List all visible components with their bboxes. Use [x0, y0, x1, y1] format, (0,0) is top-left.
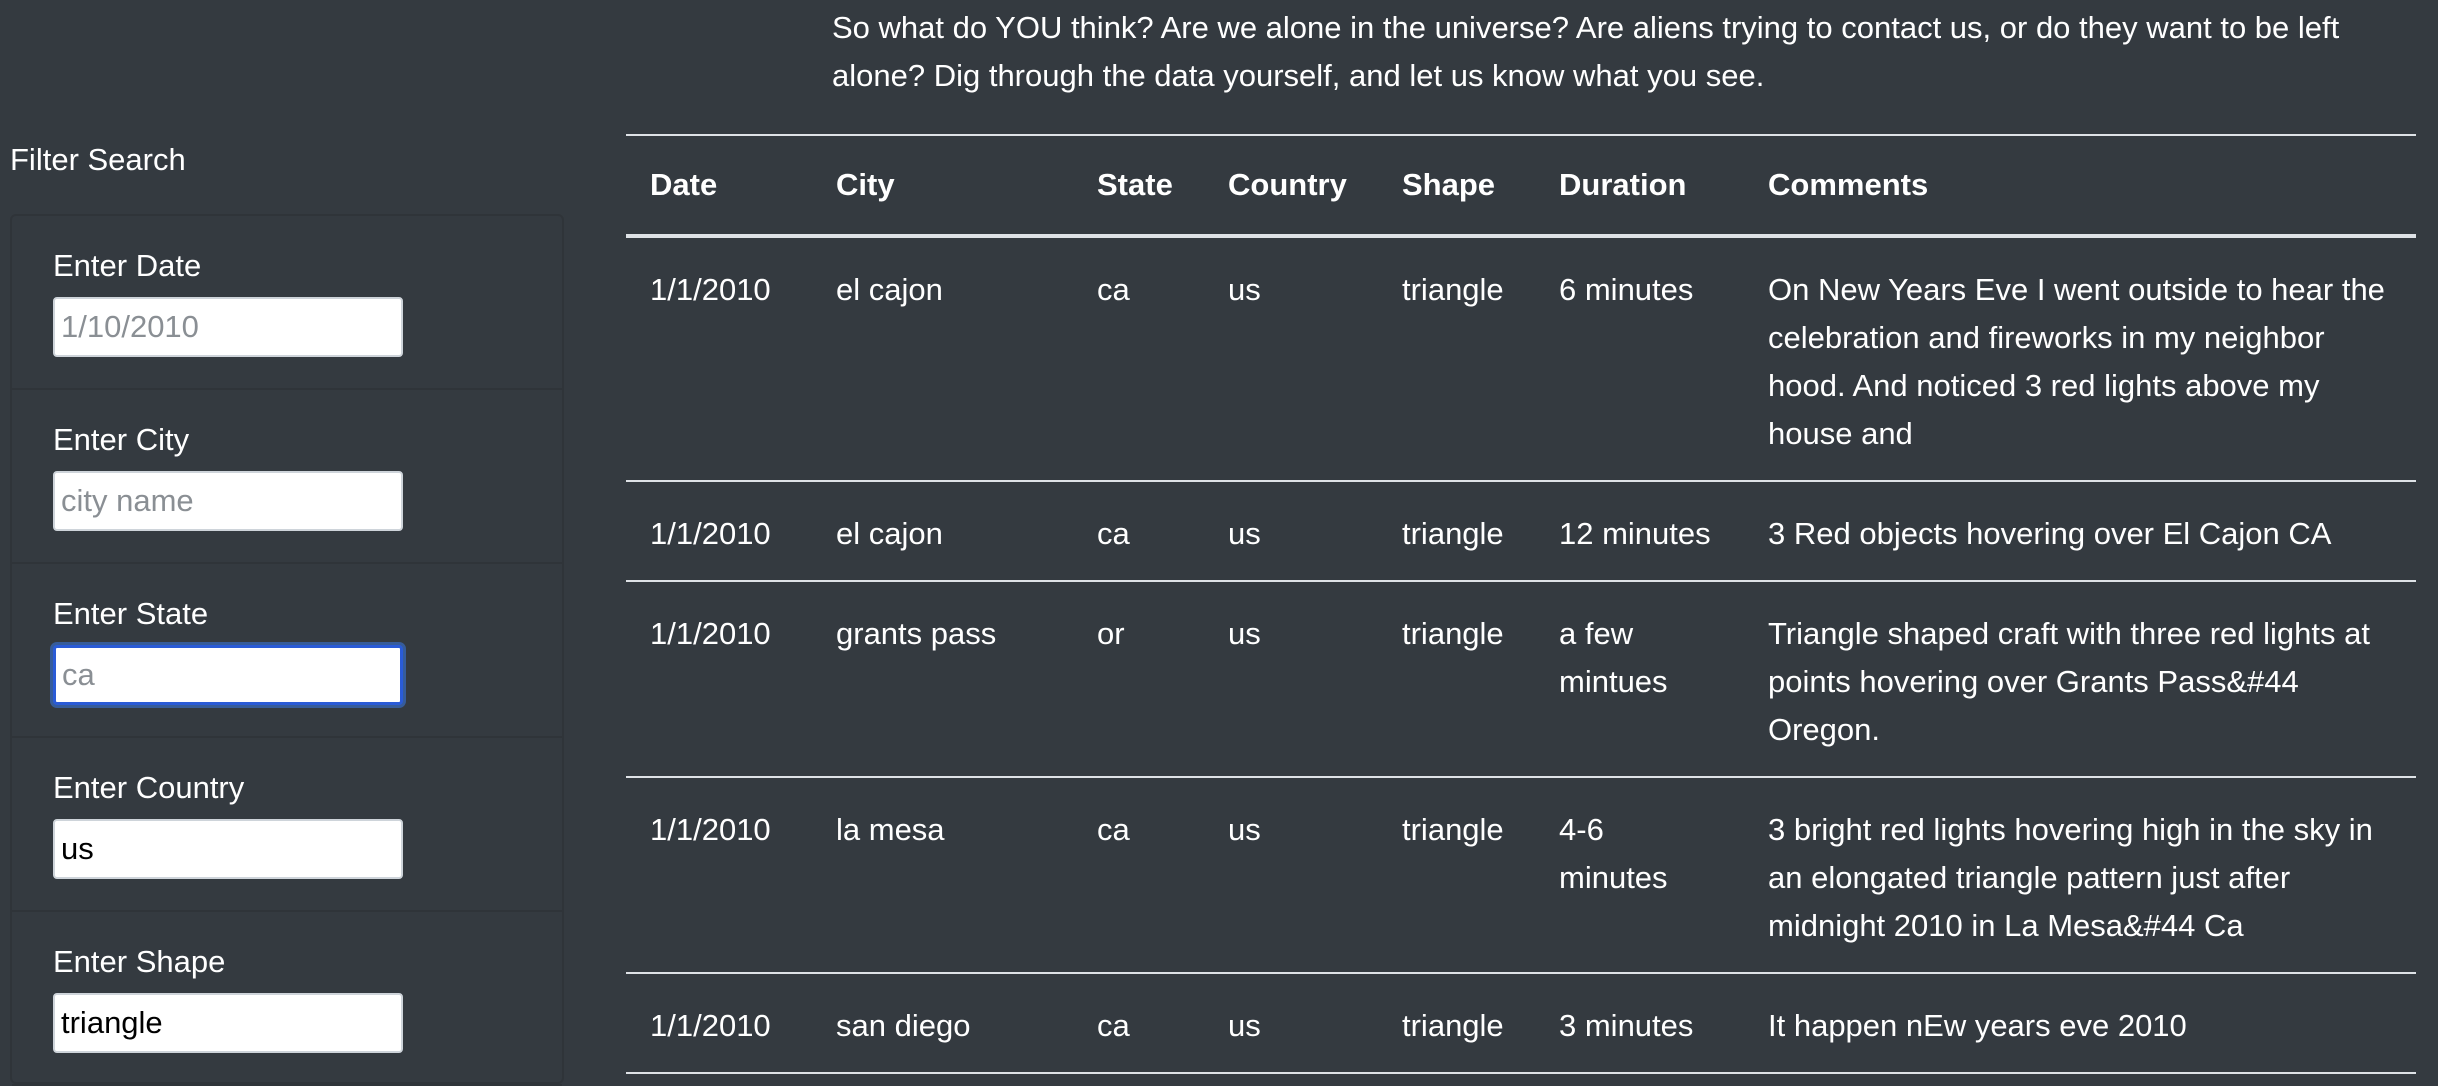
- cell-comments: 3 Red objects hovering over El Cajon CA: [1744, 481, 2416, 582]
- cell-shape: triangle: [1378, 777, 1535, 974]
- header-duration: Duration: [1535, 134, 1744, 238]
- table-row: 1/1/2010 grants pass or us triangle a fe…: [626, 581, 2416, 778]
- cell-date: 1/1/2010: [626, 581, 812, 778]
- header-comments: Comments: [1744, 134, 2416, 238]
- header-row: Date City State Country Shape Duration C…: [626, 134, 2416, 238]
- shape-label: Enter Shape: [53, 944, 226, 979]
- header-country: Country: [1204, 134, 1378, 238]
- cell-duration: 12 minutes: [1535, 481, 1744, 582]
- city-label: Enter City: [53, 422, 190, 457]
- cell-city: grants pass: [812, 581, 1073, 778]
- shape-input[interactable]: [53, 993, 403, 1053]
- cell-duration: 4-6 minutes: [1535, 777, 1744, 974]
- header-shape: Shape: [1378, 134, 1535, 238]
- filter-item-date: Enter Date: [12, 216, 562, 390]
- header-city: City: [812, 134, 1073, 238]
- country-input[interactable]: [53, 819, 403, 879]
- date-label: Enter Date: [53, 248, 202, 283]
- filter-search-title: Filter Search: [10, 142, 186, 177]
- cell-country: us: [1204, 236, 1378, 482]
- header-date: Date: [626, 134, 812, 238]
- cell-country: us: [1204, 973, 1378, 1074]
- intro-text: So what do YOU think? Are we alone in th…: [832, 10, 2340, 93]
- header-state: State: [1073, 134, 1204, 238]
- cell-comments: 3 bright red lights hovering high in the…: [1744, 777, 2416, 974]
- table-body: 1/1/2010 el cajon ca us triangle 6 minut…: [626, 236, 2416, 1074]
- filter-item-state: Enter State: [12, 564, 562, 738]
- cell-shape: triangle: [1378, 973, 1535, 1074]
- cell-city: el cajon: [812, 236, 1073, 482]
- filter-item-city: Enter City: [12, 390, 562, 564]
- cell-shape: triangle: [1378, 481, 1535, 582]
- table-row: 1/1/2010 san diego ca us triangle 3 minu…: [626, 973, 2416, 1074]
- filter-form: Enter Date Enter City Enter State Enter …: [10, 214, 564, 1086]
- cell-comments: It happen nEw years eve 2010: [1744, 973, 2416, 1074]
- cell-date: 1/1/2010: [626, 973, 812, 1074]
- filter-item-shape: Enter Shape: [12, 912, 562, 1086]
- cell-country: us: [1204, 581, 1378, 778]
- cell-shape: triangle: [1378, 236, 1535, 482]
- cell-country: us: [1204, 777, 1378, 974]
- cell-state: ca: [1073, 777, 1204, 974]
- cell-state: ca: [1073, 481, 1204, 582]
- ufo-table-container: Date City State Country Shape Duration C…: [626, 134, 2416, 1074]
- cell-duration: 6 minutes: [1535, 236, 1744, 482]
- cell-state: ca: [1073, 236, 1204, 482]
- cell-duration: a few mintues: [1535, 581, 1744, 778]
- cell-city: el cajon: [812, 481, 1073, 582]
- cell-state: or: [1073, 581, 1204, 778]
- table-row: 1/1/2010 la mesa ca us triangle 4-6 minu…: [626, 777, 2416, 974]
- table-header: Date City State Country Shape Duration C…: [626, 134, 2416, 238]
- cell-city: la mesa: [812, 777, 1073, 974]
- cell-date: 1/1/2010: [626, 777, 812, 974]
- cell-comments: Triangle shaped craft with three red lig…: [1744, 581, 2416, 778]
- cell-comments: On New Years Eve I went outside to hear …: [1744, 236, 2416, 482]
- cell-date: 1/1/2010: [626, 481, 812, 582]
- table-row: 1/1/2010 el cajon ca us triangle 6 minut…: [626, 236, 2416, 482]
- state-label: Enter State: [53, 596, 209, 631]
- state-input[interactable]: [53, 645, 403, 705]
- cell-shape: triangle: [1378, 581, 1535, 778]
- cell-city: san diego: [812, 973, 1073, 1074]
- cell-country: us: [1204, 481, 1378, 582]
- cell-state: ca: [1073, 973, 1204, 1074]
- cell-date: 1/1/2010: [626, 236, 812, 482]
- country-label: Enter Country: [53, 770, 245, 805]
- ufo-table: Date City State Country Shape Duration C…: [626, 134, 2416, 1074]
- date-input[interactable]: [53, 297, 403, 357]
- table-row: 1/1/2010 el cajon ca us triangle 12 minu…: [626, 481, 2416, 582]
- filter-item-country: Enter Country: [12, 738, 562, 912]
- city-input[interactable]: [53, 471, 403, 531]
- cell-duration: 3 minutes: [1535, 973, 1744, 1074]
